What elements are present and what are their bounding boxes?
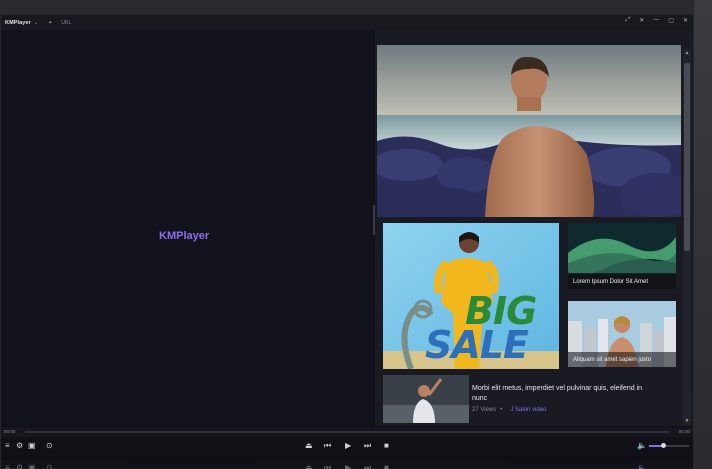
menu-icon: ≡ xyxy=(5,463,10,469)
minimize-icon[interactable]: — xyxy=(653,17,659,24)
stop-icon: ■ xyxy=(384,463,389,469)
list-item-thumbnail[interactable] xyxy=(383,375,469,423)
player-brand-logo: KMPlayer xyxy=(159,230,210,242)
maximize-icon[interactable]: ▢ xyxy=(668,17,674,24)
panel-scrollbar[interactable]: ▲ ▼ xyxy=(683,49,691,425)
control-bar-reflection: ≡ ⚙ ▣ ⊙ ⏏ ⏮ ▶ ⏭ ■ 🔈 xyxy=(1,460,693,469)
previous-icon[interactable]: ⏮ xyxy=(324,441,331,451)
volume-icon: 🔈 xyxy=(637,463,647,469)
play-icon: ▶ xyxy=(345,463,352,469)
scroll-down-icon[interactable]: ▼ xyxy=(683,417,691,425)
next-icon[interactable]: ⏭ xyxy=(364,441,371,451)
stop-icon[interactable]: ■ xyxy=(384,441,389,451)
volume-knob[interactable] xyxy=(661,443,666,448)
list-item-image xyxy=(383,375,469,423)
city-portrait-thumbnail[interactable]: Aliquam sit amet sapien justo xyxy=(568,301,676,367)
scroll-up-icon[interactable]: ▲ xyxy=(683,49,691,57)
vr-mode-icon[interactable]: ⊙ xyxy=(46,441,53,451)
view-count: 27 Views xyxy=(472,407,497,413)
total-time: 00:00 xyxy=(678,429,690,434)
settings-gear-icon[interactable]: ⚙ xyxy=(16,441,23,451)
window-controls: ⤢ ✕ — ▢ ✕ xyxy=(625,17,688,24)
menu-icon[interactable]: ≡ xyxy=(5,441,10,451)
list-item-title[interactable]: Morbi elit metus, imperdiet vel pulvinar… xyxy=(472,384,652,403)
hero-image xyxy=(377,45,681,217)
banner-sale-text: SALE xyxy=(425,323,529,367)
scrollbar-thumb[interactable] xyxy=(684,63,690,251)
app-logo[interactable]: KMPlayer xyxy=(5,20,31,26)
volume-icon[interactable]: 🔈 xyxy=(637,441,647,451)
url-button[interactable]: URL xyxy=(61,20,71,26)
eject-icon[interactable]: ⏏ xyxy=(305,441,313,451)
aurora-thumbnail[interactable]: Lorem Ipsum Dolor Sit Amet xyxy=(568,223,676,289)
channel-link[interactable]: J Salon video xyxy=(510,407,546,413)
list-item-meta: 27 Views • J Salon video xyxy=(472,407,546,413)
play-icon[interactable]: ▶ xyxy=(345,441,351,451)
control-bar: ≡ ⚙ ▣ ⊙ ⏏ ⏮ ▶ ⏭ ■ 🔈 xyxy=(1,437,693,457)
hero-thumbnail[interactable] xyxy=(377,45,681,217)
volume-slider[interactable] xyxy=(649,443,689,448)
tile-caption: Aliquam sit amet sapien justo xyxy=(568,352,676,367)
vr-mode-icon: ⊙ xyxy=(46,463,53,469)
seek-bar: 00:00 00:00 xyxy=(1,427,693,437)
video-canvas[interactable]: KMPlayer xyxy=(1,30,373,426)
close-window-icon[interactable]: ✕ xyxy=(683,17,688,24)
player-window: KMPlayer ⌄ ✦ URL ⤢ ✕ — ▢ ✕ KMPlayer BIG … xyxy=(0,14,694,469)
3d-mode-icon: ▣ xyxy=(28,463,36,469)
3d-mode-icon[interactable]: ▣ xyxy=(28,441,36,451)
close-panel-icon[interactable]: ✕ xyxy=(639,17,644,24)
settings-gear-icon: ⚙ xyxy=(16,463,24,469)
desktop-edge xyxy=(694,0,712,469)
tile-caption: Lorem Ipsum Dolor Sit Amet xyxy=(568,274,676,289)
menu-chevron-icon[interactable]: ⌄ xyxy=(34,20,38,26)
eject-icon: ⏏ xyxy=(305,463,313,469)
seek-track[interactable] xyxy=(25,431,669,433)
panel-splitter[interactable] xyxy=(373,205,375,235)
next-icon: ⏭ xyxy=(364,463,372,469)
meta-separator: • xyxy=(500,407,503,413)
big-sale-thumbnail[interactable]: BIG SALE xyxy=(383,223,559,369)
pin-icon[interactable]: ✦ xyxy=(48,20,52,26)
mini-mode-icon[interactable]: ⤢ xyxy=(625,17,630,24)
list-item[interactable]: Morbi elit metus, imperdiet vel pulvinar… xyxy=(383,375,673,423)
title-bar: KMPlayer ⌄ ✦ URL ⤢ ✕ — ▢ ✕ xyxy=(1,15,693,30)
current-time: 00:00 xyxy=(4,429,16,434)
previous-icon: ⏮ xyxy=(324,463,332,469)
